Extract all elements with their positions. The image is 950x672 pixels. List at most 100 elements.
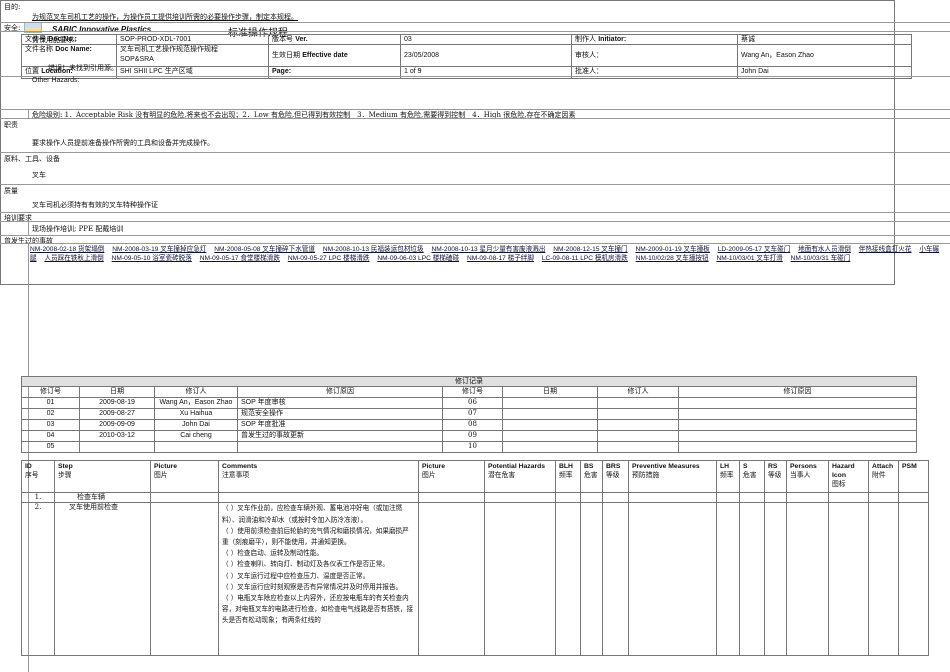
column-title-en: BS [584, 463, 594, 470]
step-column-header: BS 危害 [580, 460, 603, 493]
accident-link[interactable]: 伴热接线盒打火花 [859, 246, 912, 253]
quality-text: 叉车司机必须持有有效的叉车特种操作证 [32, 201, 158, 209]
step-column-header: Hazard Icon 图标 [828, 460, 869, 493]
revision-cell [154, 441, 238, 454]
accident-link[interactable]: LD-2009-05-17 叉车碰门 [718, 246, 791, 253]
revision-cell: Wang An，Eason Zhao [154, 397, 238, 410]
revision-cell: 曾发生过的事故更新 [237, 430, 443, 443]
initiator: 蔡诚 [737, 33, 912, 46]
approver-label: 批准人： [571, 66, 738, 80]
step-picture [150, 502, 219, 657]
step-column-header: Attach 附件 [868, 460, 899, 493]
step-cell [739, 491, 765, 504]
revision-cell: John Dai [154, 419, 238, 432]
location-label-cn: 位置 [25, 67, 39, 76]
accident-link[interactable]: LC-09-08-11 LPC 模机房滑跌 [542, 255, 628, 262]
revision-cell: 06 [442, 397, 503, 410]
accident-link[interactable]: NM-10/03/31 车碰门 [791, 255, 851, 262]
step-cell [828, 502, 869, 657]
step-cell [764, 502, 787, 657]
doc-name-label: Doc Name: [55, 46, 92, 54]
revision-cell: Xu Haihua [154, 408, 238, 421]
step-cell [580, 491, 603, 504]
step-cell [764, 491, 787, 504]
revision-cell: 2009-09-09 [79, 419, 155, 432]
accident-link[interactable]: NM-09-08-17 梯子绊脚 [467, 255, 534, 262]
step-id: 2. [21, 502, 55, 657]
effective-date: 23/05/2008 [400, 44, 572, 68]
column-title-cn: 等级 [768, 471, 782, 480]
reviewer: Wang An，Eason Zhao [737, 44, 912, 68]
accident-link[interactable]: NM-2008-03-19 叉车撞掉应急灯 [112, 246, 206, 253]
column-title-en: Hazard Icon [832, 463, 855, 480]
accident-link[interactable]: NM-2008-05-08 叉车撞碎下水管道 [214, 246, 315, 253]
ppe-label: 劳保用品要求: [32, 36, 77, 44]
revision-column-header: 修订人 [597, 386, 679, 399]
step-name: 检查车辆 [54, 491, 151, 504]
revision-cell [597, 397, 679, 410]
step-cell [898, 491, 929, 504]
step-cell [786, 502, 829, 657]
step-cell [868, 502, 899, 657]
accident-link[interactable]: 地面有水人员滑倒 [798, 246, 851, 253]
revision-cell [678, 397, 917, 410]
step-cell [418, 502, 485, 657]
accident-link[interactable]: NM-09-05-17 食堂楼梯滑跌 [200, 255, 280, 262]
comment-line: （ ）叉车运行应时刻观察是否有异常情况并及时停用并报告。 [222, 582, 403, 591]
accident-link[interactable]: NM-10/03/01 叉车打滑 [716, 255, 782, 262]
comment-line: （ ）电瓶叉车除应检查以上内容外，还应按电瓶车的有关检查内容，对电瓶叉车的电路进… [222, 594, 414, 625]
ver-label-cn: 版本号 [272, 35, 293, 43]
step-cell [555, 491, 581, 504]
revision-row: 02 2009-08-27 Xu Haihua 规范安全操作 07 [21, 408, 917, 421]
step-cell [555, 502, 581, 657]
column-title-en: LH [720, 463, 730, 470]
accident-link[interactable]: NM-2008-10-13 民福装运包材垃圾 [323, 246, 424, 253]
column-title-en: Potential Hazards [488, 463, 546, 470]
accident-link[interactable]: NM-09-06-03 LPC 楼梯磕碰 [377, 255, 459, 262]
column-title-cn: 图片 [422, 471, 436, 480]
column-title-en: S [743, 463, 748, 470]
column-title-cn: 危害 [584, 471, 598, 480]
materials-label: 原料、工具、设备 [4, 155, 60, 163]
training-text: 现场操作培训; PPE 配戴培训 [32, 225, 124, 233]
accident-link[interactable]: 人员踩在铁秋上滑倒 [44, 255, 103, 262]
step-cell [602, 491, 629, 504]
accident-link[interactable]: NM-2008-02-18 货架塌倒 [30, 246, 104, 253]
revision-cell [678, 408, 917, 421]
step-picture [150, 491, 219, 504]
revision-cell: SOP 年度批准 [237, 419, 443, 432]
revision-cell [678, 419, 917, 432]
other-hazards-label: Other Hazards: [32, 77, 80, 84]
step-column-header: ID 序号 [21, 460, 55, 493]
accident-link[interactable]: NM-2008-12-15 叉车撞门 [553, 246, 627, 253]
revision-cell: 03 [21, 419, 80, 432]
step-name: 叉车使用前检查 [54, 502, 151, 657]
revision-row: 01 2009-08-19 Wang An，Eason Zhao SOP 年度审核 06 [21, 397, 917, 410]
revision-cell: 05 [21, 441, 80, 454]
accident-link[interactable]: NM-10/02/28 叉车撞按钮 [636, 255, 709, 262]
purpose-text: 为规范叉车司机工艺的操作，为操作员工提供培训所需的必要操作步骤，制定本规程。 [32, 13, 298, 21]
accident-link[interactable]: NM-09-05-10 浴室瓷砖脱落 [112, 255, 192, 262]
revision-cell [502, 430, 598, 443]
step-column-header: Picture 图片 [150, 460, 219, 493]
step-cell [898, 502, 929, 657]
revision-record-table: 修订记录 修订号 日期 修订人 修订原因 修订号 日期 修订人 修订原因 01 2009-08-… [21, 375, 917, 454]
step-column-header: LH 频率 [716, 460, 740, 493]
revision-cell: Cai cheng [154, 430, 238, 443]
revision-cell [597, 419, 679, 432]
step-column-header: Persons 当事人 [786, 460, 829, 493]
accident-link[interactable]: NM-09-05-27 LPC 楼梯滑跌 [288, 255, 370, 262]
location: SHI SHII LPC 生产区域 [116, 66, 269, 80]
revision-cell: 10 [442, 441, 503, 454]
step-column-header: Preventive Measures 预防措施 [628, 460, 717, 493]
accident-link[interactable]: NM-2008-10-13 星月少量有害废液溅出 [431, 246, 545, 253]
step-cell [716, 502, 740, 657]
accident-link[interactable]: NM-2009-01-19 叉车撞板 [636, 246, 710, 253]
accident-links: NM-2008-02-18 货架塌倒 NM-2008-03-19 叉车撞掉应急灯… [30, 245, 946, 263]
column-title-en: Comments [222, 463, 258, 470]
column-title-cn: 当事人 [790, 471, 811, 480]
revision-cell: 07 [442, 408, 503, 421]
materials-text: 叉车 [32, 171, 46, 179]
column-title-en: Attach [872, 463, 894, 470]
step-comments: （ ）叉车作业前，应检查车辆外观、蓄电池冲好电（或加注燃料）、润滑油和冷却水（或… [218, 502, 419, 657]
